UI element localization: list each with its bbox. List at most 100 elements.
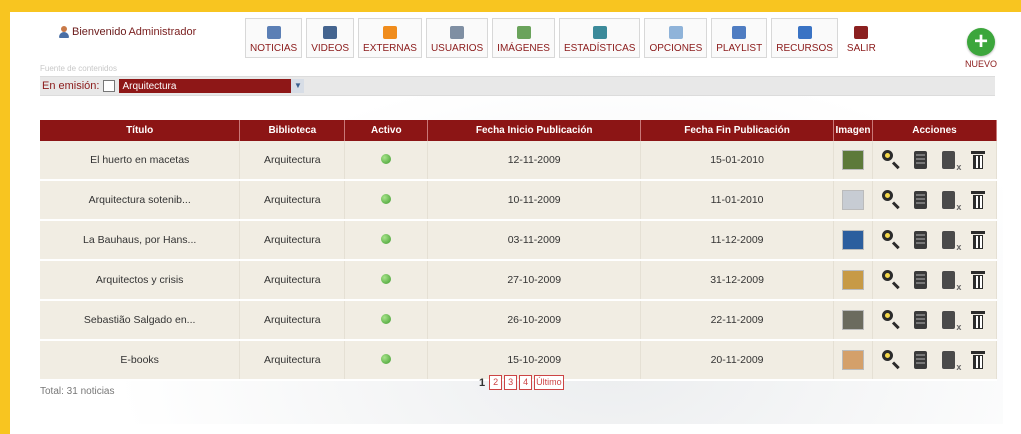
trash-icon[interactable]: [971, 231, 986, 249]
library-select[interactable]: Arquitectura ▼: [119, 79, 305, 93]
page-link[interactable]: 4: [519, 375, 533, 390]
thumbnail-image[interactable]: [841, 230, 864, 250]
column-header-active[interactable]: Activo: [344, 120, 429, 141]
unpublish-icon[interactable]: [942, 271, 961, 292]
column-header-start-date[interactable]: Fecha Inicio Publicación: [427, 120, 642, 141]
on-air-checkbox[interactable]: [103, 80, 116, 92]
current-page: 1: [479, 376, 486, 389]
row-title: Arquitectos y crisis: [40, 260, 241, 301]
total-count: Total: 31 noticias: [40, 386, 115, 397]
row-end-date: 15-01-2010: [640, 141, 834, 181]
nav-salir-button[interactable]: SALIR: [842, 18, 881, 58]
edit-icon[interactable]: [913, 151, 927, 169]
trash-icon[interactable]: [971, 351, 986, 369]
nav-usuarios-button[interactable]: USUARIOS: [425, 18, 489, 58]
row-image: [833, 141, 873, 181]
column-header-library[interactable]: Biblioteca: [239, 120, 346, 141]
table-row: E-books Arquitectura 15-10-2009 20-11-2009: [40, 340, 998, 381]
edit-icon[interactable]: [913, 191, 927, 209]
nav-label: OPCIONES: [649, 43, 703, 54]
column-header-title[interactable]: Título: [40, 120, 241, 141]
edit-icon[interactable]: [913, 231, 927, 249]
active-check-icon[interactable]: [381, 273, 392, 284]
view-icon[interactable]: [880, 269, 902, 291]
edit-icon[interactable]: [913, 311, 927, 329]
unpublish-icon[interactable]: [942, 351, 961, 372]
unpublish-icon[interactable]: [942, 311, 961, 332]
nav-noticias-button[interactable]: NOTICIAS: [245, 18, 303, 58]
top-frame: [0, 0, 1021, 12]
thumbnail-image[interactable]: [841, 190, 864, 210]
row-end-date: 22-11-2009: [640, 300, 834, 341]
unpublish-icon[interactable]: [942, 231, 961, 252]
new-button-label[interactable]: NUEVO: [965, 59, 997, 69]
nav-label: SALIR: [846, 43, 876, 54]
active-check-icon[interactable]: [381, 353, 392, 364]
row-start-date: 15-10-2009: [427, 340, 642, 381]
view-icon[interactable]: [880, 309, 902, 331]
row-image: [833, 180, 873, 221]
active-check-icon[interactable]: [381, 153, 392, 164]
welcome-prefix: Bienvenido: [72, 26, 127, 38]
plus-icon[interactable]: +: [966, 28, 995, 56]
filter-bar: En emisión: Arquitectura ▼: [40, 76, 995, 96]
nav-label: RECURSOS: [776, 43, 833, 54]
trash-icon[interactable]: [971, 271, 986, 289]
row-start-date: 26-10-2009: [427, 300, 642, 341]
row-end-date: 31-12-2009: [640, 260, 834, 301]
table-row: Arquitectos y crisis Arquitectura 27-10-20…: [40, 260, 998, 301]
row-library: Arquitectura: [239, 300, 346, 341]
resources-icon: [797, 26, 812, 39]
nav-label: VIDEOS: [311, 43, 350, 54]
users-icon: [450, 26, 465, 39]
table-row: Sebastião Salgado en... Arquitectura 26-10…: [40, 300, 998, 341]
row-start-date: 27-10-2009: [427, 260, 642, 301]
column-header-end-date[interactable]: Fecha Fin Publicación: [640, 120, 834, 141]
view-icon[interactable]: [880, 349, 902, 371]
row-actions: [872, 220, 998, 261]
nav-label: IMÁGENES: [497, 43, 550, 54]
row-title: E-books: [40, 340, 241, 381]
page-link[interactable]: Último: [534, 375, 564, 390]
thumbnail-image[interactable]: [841, 350, 864, 370]
page-link[interactable]: 3: [504, 375, 518, 390]
trash-icon[interactable]: [971, 191, 986, 209]
row-title: Arquitectura sotenib...: [40, 180, 241, 221]
active-check-icon[interactable]: [381, 233, 392, 244]
row-library: Arquitectura: [239, 180, 346, 221]
row-active: [344, 340, 429, 381]
user-name[interactable]: Administrador: [128, 26, 196, 38]
row-image: [833, 260, 873, 301]
nav-recursos-button[interactable]: RECURSOS: [771, 18, 838, 58]
playlist-icon: [732, 26, 747, 39]
unpublish-icon[interactable]: [942, 151, 961, 172]
unpublish-icon[interactable]: [942, 191, 961, 212]
nav-imagenes-button[interactable]: IMÁGENES: [492, 18, 555, 58]
nav-opciones-button[interactable]: OPCIONES: [644, 18, 708, 58]
row-start-date: 12-11-2009: [427, 141, 642, 181]
nav-playlist-button[interactable]: PLAYLIST: [711, 18, 768, 58]
row-image: [833, 220, 873, 261]
row-end-date: 20-11-2009: [640, 340, 834, 381]
trash-icon[interactable]: [971, 151, 986, 169]
active-check-icon[interactable]: [381, 193, 392, 204]
thumbnail-image[interactable]: [841, 150, 864, 170]
nav-externas-button[interactable]: EXTERNAS: [358, 18, 422, 58]
nav-videos-button[interactable]: VIDEOS: [306, 18, 355, 58]
chevron-down-icon[interactable]: ▼: [291, 79, 305, 93]
thumbnail-image[interactable]: [841, 310, 864, 330]
page-link[interactable]: 2: [489, 375, 503, 390]
thumbnail-image[interactable]: [841, 270, 864, 290]
edit-icon[interactable]: [913, 351, 927, 369]
new-button[interactable]: + NUEVO: [965, 28, 997, 69]
nav-estadisticas-button[interactable]: ESTADÍSTICAS: [558, 18, 641, 58]
view-icon[interactable]: [880, 189, 902, 211]
row-image: [833, 300, 873, 341]
nav-label: ESTADÍSTICAS: [563, 43, 636, 54]
row-active: [344, 300, 429, 341]
view-icon[interactable]: [880, 149, 902, 171]
view-icon[interactable]: [880, 229, 902, 251]
edit-icon[interactable]: [913, 271, 927, 289]
trash-icon[interactable]: [971, 311, 986, 329]
active-check-icon[interactable]: [381, 313, 392, 324]
